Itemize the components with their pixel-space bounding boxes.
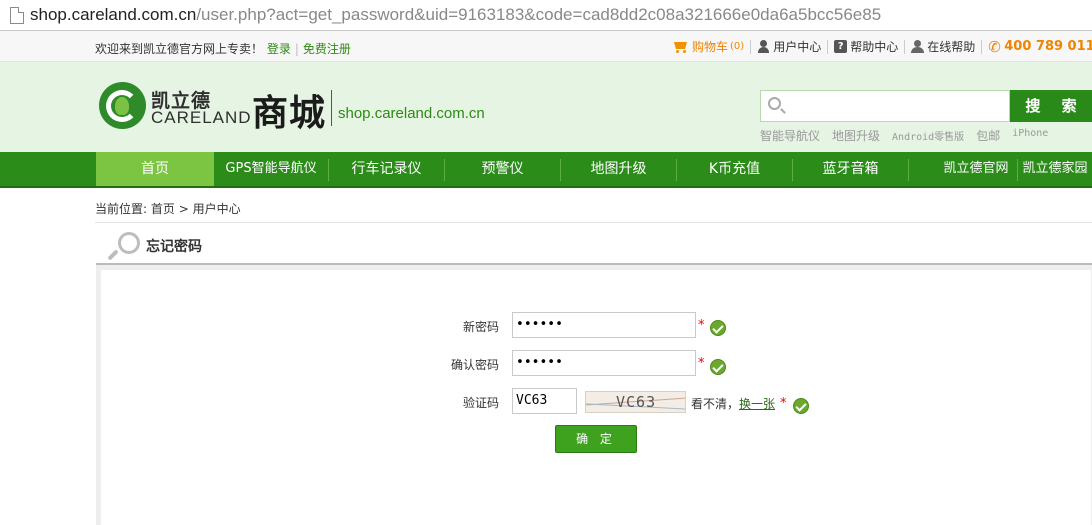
logo-english-name: CARELAND (151, 108, 252, 127)
phone-info: ✆ 400 789 0118 (988, 39, 1092, 55)
cart-icon (672, 40, 689, 53)
captcha-unclear-text: 看不清，换一张 (691, 397, 776, 411)
nav-item-community[interactable]: 凯立德家园 (1018, 152, 1092, 186)
check-icon (793, 398, 809, 414)
hot-keywords: 智能导航仪 地图升级 Android零售版 包邮 iPhone (760, 127, 1060, 144)
page-title: 忘记密码 (146, 239, 202, 255)
hotword-link[interactable]: Android零售版 (892, 128, 964, 144)
nav-item-speaker[interactable]: 蓝牙音箱 (793, 152, 908, 186)
new-password-field[interactable]: •••••• (512, 312, 696, 338)
nav-item-dashcam[interactable]: 行车记录仪 (329, 152, 444, 186)
nav-item-map-upgrade[interactable]: 地图升级 (561, 152, 676, 186)
logo-site-url[interactable]: shop.careland.com.cn (338, 105, 485, 122)
help-center-label: 帮助中心 (850, 40, 899, 54)
hotword-link[interactable]: iPhone (1012, 128, 1048, 144)
change-captcha-link[interactable]: 换一张 (739, 397, 775, 411)
help-center-link[interactable]: ? 帮助中心 (834, 38, 898, 55)
breadcrumb: 当前位置: 首页 > 用户中心 (95, 200, 241, 217)
site-header: 凯立德 CARELAND 商城 shop.careland.com.cn 搜 索… (0, 62, 1092, 152)
phone-icon: ✆ (988, 37, 1001, 56)
main-nav: 首页 GPS智能导航仪 行车记录仪 预警仪 地图升级 K币充值 蓝牙音箱 凯立德… (0, 152, 1092, 188)
breadcrumb-prefix: 当前位置: (95, 202, 148, 216)
browser-address-bar[interactable]: shop.careland.com.cn/user.php?act=get_pa… (0, 0, 1092, 31)
register-link[interactable]: 免费注册 (303, 42, 351, 56)
captcha-label: 验证码 (462, 396, 499, 410)
confirm-password-field[interactable]: •••••• (512, 350, 696, 376)
top-bar: 欢迎来到凯立德官方网上专卖！ 登录 | 免费注册 购物车 (0) 用户中心 ? 帮助… (0, 31, 1092, 62)
captcha-image-text: VC63 (616, 393, 657, 411)
confirm-password-label: 确认密码 (450, 358, 499, 372)
cart-link[interactable]: 购物车 (0) (672, 38, 744, 55)
user-icon (757, 40, 770, 53)
captcha-input[interactable]: VC63 (512, 388, 577, 414)
hotword-link[interactable]: 智能导航仪 (760, 127, 820, 144)
nav-item-radar[interactable]: 预警仪 (445, 152, 560, 186)
nav-item-home[interactable]: 首页 (96, 152, 214, 186)
captcha-image[interactable]: VC63 (585, 391, 686, 413)
logo-mall-text: 商城 (252, 93, 327, 134)
breadcrumb-home[interactable]: 首页 (151, 202, 175, 216)
submit-button[interactable]: 确 定 (555, 425, 637, 453)
phone-number: 400 789 0118 (1004, 39, 1092, 54)
help-icon: ? (834, 40, 848, 53)
nav-item-kcoin[interactable]: K币充值 (677, 152, 792, 186)
check-icon (710, 359, 726, 375)
required-mark: * (698, 318, 705, 333)
check-icon (710, 320, 726, 336)
hotword-link[interactable]: 地图升级 (832, 127, 880, 144)
cart-label: 购物车 (692, 40, 729, 54)
new-password-label: 新密码 (462, 320, 499, 334)
user-center-link[interactable]: 用户中心 (757, 38, 821, 55)
search-button[interactable]: 搜 索 (1010, 90, 1092, 122)
magnifier-icon (118, 232, 140, 254)
online-help-link[interactable]: 在线帮助 (911, 38, 975, 55)
nav-item-official-site[interactable]: 凯立德官网 (926, 152, 1026, 186)
online-help-label: 在线帮助 (927, 40, 976, 54)
search-input[interactable] (789, 95, 1004, 117)
nav-item-gps[interactable]: GPS智能导航仪 (214, 152, 328, 186)
user-center-label: 用户中心 (773, 40, 822, 54)
forgot-password-form: 新密码 •••••• * 确认密码 •••••• * 验证码 VC63 VC63… (96, 265, 1092, 525)
url-text[interactable]: shop.careland.com.cn/user.php?act=get_pa… (30, 5, 881, 25)
page-icon (10, 6, 24, 24)
search-box[interactable] (760, 90, 1010, 122)
required-mark: * (698, 356, 705, 371)
welcome-area: 欢迎来到凯立德官方网上专卖！ 登录 | 免费注册 (95, 42, 351, 56)
required-mark: * (780, 396, 787, 411)
login-link[interactable]: 登录 (267, 42, 291, 56)
breadcrumb-separator: > (178, 202, 189, 216)
breadcrumb-current: 用户中心 (192, 202, 241, 216)
hotword-link[interactable]: 包邮 (976, 127, 1000, 144)
cart-count: (0) (730, 41, 745, 52)
logo-divider (331, 90, 332, 126)
online-support-icon (911, 40, 925, 53)
careland-logo-icon[interactable] (99, 82, 146, 129)
section-header: 忘记密码 (96, 223, 1092, 265)
top-bar-links: 购物车 (0) 用户中心 ? 帮助中心 在线帮助 ✆ 400 789 0118 (672, 38, 1092, 55)
welcome-text: 欢迎来到凯立德官方网上专卖！ (95, 42, 264, 56)
search-icon (768, 97, 781, 110)
